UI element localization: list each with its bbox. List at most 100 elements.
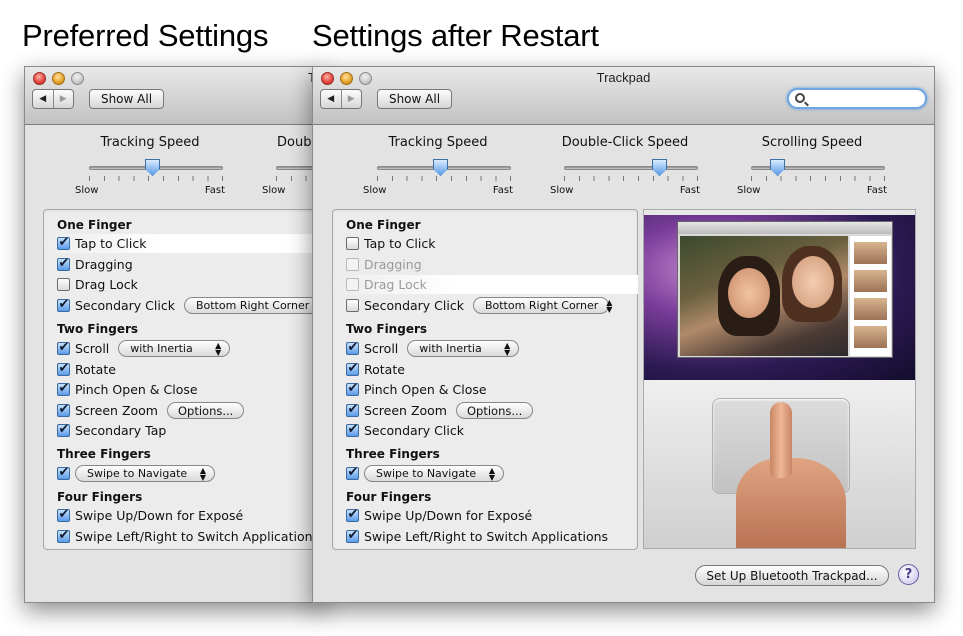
caption-settings-after-restart: Settings after Restart	[312, 18, 599, 53]
two-finger-secondary-click-option[interactable]: Secondary Click	[346, 421, 464, 440]
drag-lock-checkbox[interactable]	[346, 278, 359, 291]
back-arrow-icon[interactable]: ◀	[321, 90, 341, 108]
screen-zoom-checkbox[interactable]	[57, 404, 70, 417]
expose-option[interactable]: Swipe Up/Down for Exposé	[346, 506, 532, 525]
slider-knob[interactable]	[433, 159, 448, 176]
show-all-button[interactable]: Show All	[377, 89, 452, 109]
preview-desktop-image	[644, 210, 915, 380]
tap-to-click-label: Tap to Click	[364, 236, 436, 251]
search-field[interactable]	[787, 88, 927, 109]
drag-lock-option[interactable]: Drag Lock	[333, 275, 638, 294]
scroll-checkbox[interactable]	[57, 342, 70, 355]
expose-checkbox[interactable]	[57, 509, 70, 522]
switch-apps-option[interactable]: Swipe Left/Right to Switch Applications	[57, 527, 319, 546]
help-icon[interactable]: ?	[898, 564, 919, 585]
zoom-options-button[interactable]: Options...	[455, 402, 534, 419]
tracking-speed-slider[interactable]: Tracking Speed Slow Fast	[75, 135, 225, 196]
slider-fast-label: Fast	[866, 185, 887, 196]
dragging-option[interactable]: Dragging	[346, 255, 422, 274]
dragging-label: Dragging	[364, 257, 422, 272]
up-down-arrows-icon: ▲▼	[199, 465, 206, 482]
tap-to-click-option[interactable]: Tap to Click	[44, 234, 323, 253]
secondary-click-checkbox[interactable]	[346, 299, 359, 312]
search-input[interactable]	[809, 91, 919, 105]
slider-knob[interactable]	[652, 159, 667, 176]
rotate-option[interactable]: Rotate	[346, 360, 405, 379]
scroll-checkbox[interactable]	[346, 342, 359, 355]
scroll-popup[interactable]: with Inertia ▲ ▼	[118, 340, 231, 357]
four-fingers-heading: Four Fingers	[57, 490, 143, 504]
slider-ticks	[751, 176, 885, 181]
three-finger-swipe-checkbox[interactable]	[346, 467, 359, 480]
three-finger-popup[interactable]: Swipe to Navigate ▲ ▼	[364, 465, 504, 482]
up-down-arrows-icon: ▲▼	[606, 297, 613, 314]
pinch-checkbox[interactable]	[57, 383, 70, 396]
secondary-click-option[interactable]: Secondary Click Bottom Right Corner ▲▼	[57, 296, 323, 315]
screen-zoom-option[interactable]: Screen Zoom Options...	[346, 401, 534, 420]
screen-zoom-checkbox[interactable]	[346, 404, 359, 417]
switch-apps-option[interactable]: Swipe Left/Right to Switch Applications	[346, 527, 608, 546]
drag-lock-checkbox[interactable]	[57, 278, 70, 291]
tap-to-click-checkbox[interactable]	[346, 237, 359, 250]
three-finger-popup[interactable]: Swipe to Navigate ▲ ▼	[75, 465, 215, 482]
rotate-checkbox[interactable]	[57, 363, 70, 376]
drag-lock-option[interactable]: Drag Lock	[57, 275, 138, 294]
switch-apps-checkbox[interactable]	[57, 530, 70, 543]
forward-arrow-icon[interactable]: ▶	[52, 90, 74, 108]
scroll-option[interactable]: Scroll with Inertia ▲▼	[57, 339, 231, 358]
secondary-tap-option[interactable]: Secondary Tap	[57, 421, 166, 440]
secondary-click-option[interactable]: Secondary Click Bottom Right Corner ▲▼	[346, 296, 613, 315]
slider-knob[interactable]	[145, 159, 160, 176]
back-titlebar: T ◀ ▶ Show All	[25, 67, 323, 125]
tracking-speed-slider[interactable]: Tracking Speed Slow Fast	[363, 135, 513, 196]
three-finger-swipe-option[interactable]: Swipe to Navigate ▲▼	[346, 464, 504, 483]
three-finger-swipe-checkbox[interactable]	[57, 467, 70, 480]
slider-knob[interactable]	[770, 159, 785, 176]
popup-value: Swipe to Navigate	[87, 467, 188, 480]
preview-browser-window	[677, 221, 893, 358]
gestures-panel: One Finger Tap to Click Dragging Drag Lo…	[43, 209, 323, 550]
dragging-label: Dragging	[75, 257, 133, 272]
dragging-checkbox[interactable]	[57, 258, 70, 271]
expose-checkbox[interactable]	[346, 509, 359, 522]
pinch-option[interactable]: Pinch Open & Close	[57, 380, 198, 399]
close-icon[interactable]	[33, 72, 46, 85]
double-click-speed-slider[interactable]: Double-Click Speed Slow Fast	[550, 135, 700, 196]
slider-track[interactable]	[564, 166, 698, 170]
dragging-checkbox[interactable]	[346, 258, 359, 271]
window-title: Trackpad	[596, 70, 651, 85]
pinch-option[interactable]: Pinch Open & Close	[346, 380, 487, 399]
two-finger-secondary-click-checkbox[interactable]	[346, 424, 359, 437]
scrolling-speed-slider[interactable]: Scrolling Speed Slow Fast	[737, 135, 887, 196]
dragging-option[interactable]: Dragging	[57, 255, 133, 274]
preview-menubar	[644, 210, 915, 215]
secondary-tap-checkbox[interactable]	[57, 424, 70, 437]
screen-zoom-option[interactable]: Screen Zoom Options...	[57, 401, 245, 420]
preview-thumbnail	[854, 298, 887, 320]
secondary-click-popup[interactable]: Bottom Right Corner ▲▼	[183, 297, 323, 314]
back-forward-control[interactable]: ◀ ▶	[32, 89, 74, 109]
back-arrow-icon[interactable]: ◀	[33, 90, 53, 108]
minimize-icon[interactable]	[52, 72, 65, 85]
back-forward-control[interactable]: ◀ ▶	[320, 89, 362, 109]
preview-trackpad-image	[644, 380, 915, 548]
secondary-click-checkbox[interactable]	[57, 299, 70, 312]
scroll-popup[interactable]: with Inertia ▲ ▼	[407, 340, 520, 357]
expose-option[interactable]: Swipe Up/Down for Exposé	[57, 506, 243, 525]
zoom-options-button[interactable]: Options...	[166, 402, 245, 419]
switch-apps-checkbox[interactable]	[346, 530, 359, 543]
secondary-click-popup[interactable]: Bottom Right Corner ▲▼	[472, 297, 613, 314]
forward-arrow-icon[interactable]: ▶	[340, 90, 362, 108]
rotate-checkbox[interactable]	[346, 363, 359, 376]
four-fingers-heading: Four Fingers	[346, 490, 432, 504]
show-all-button[interactable]: Show All	[89, 89, 164, 109]
scroll-option[interactable]: Scroll with Inertia ▲▼	[346, 339, 520, 358]
zoom-icon[interactable]	[71, 72, 84, 85]
rotate-option[interactable]: Rotate	[57, 360, 116, 379]
up-down-arrows-icon: ▲▼	[215, 340, 222, 357]
three-finger-swipe-option[interactable]: Swipe to Navigate ▲▼	[57, 464, 215, 483]
tap-to-click-checkbox[interactable]	[57, 237, 70, 250]
pinch-checkbox[interactable]	[346, 383, 359, 396]
setup-bluetooth-trackpad-button[interactable]: Set Up Bluetooth Trackpad...	[695, 565, 889, 586]
tap-to-click-option[interactable]: Tap to Click	[346, 234, 435, 253]
